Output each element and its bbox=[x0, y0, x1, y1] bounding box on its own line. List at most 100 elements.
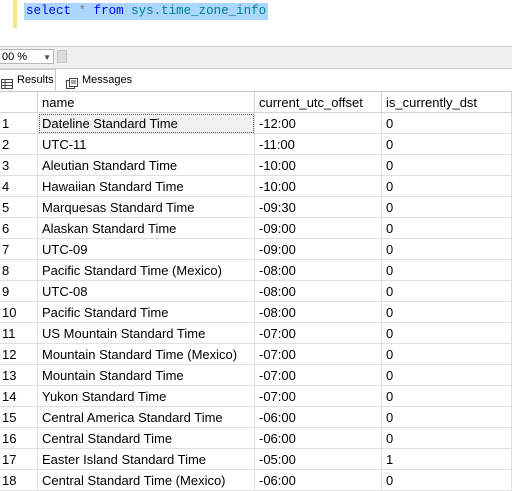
table-row[interactable]: 4 Hawaiian Standard Time -10:00 0 bbox=[0, 176, 512, 197]
table-row[interactable]: 8 Pacific Standard Time (Mexico) -08:00 0 bbox=[0, 260, 512, 281]
cell-current-utc-offset[interactable]: -07:00 bbox=[255, 386, 382, 407]
row-number[interactable]: 11 bbox=[0, 323, 38, 344]
column-header-name[interactable]: name bbox=[38, 92, 255, 113]
table-row[interactable]: 10 Pacific Standard Time -08:00 0 bbox=[0, 302, 512, 323]
table-row[interactable]: 17 Easter Island Standard Time -05:00 1 bbox=[0, 449, 512, 470]
cell-is-currently-dst[interactable]: 0 bbox=[382, 344, 512, 365]
cell-is-currently-dst[interactable]: 0 bbox=[382, 260, 512, 281]
cell-name[interactable]: Dateline Standard Time bbox=[38, 113, 255, 134]
cell-current-utc-offset[interactable]: -06:00 bbox=[255, 428, 382, 449]
row-number[interactable]: 14 bbox=[0, 386, 38, 407]
table-row[interactable]: 12 Mountain Standard Time (Mexico) -07:00 0 bbox=[0, 344, 512, 365]
cell-name[interactable]: Mountain Standard Time (Mexico) bbox=[38, 344, 255, 365]
cell-current-utc-offset[interactable]: -05:00 bbox=[255, 449, 382, 470]
row-number[interactable]: 15 bbox=[0, 407, 38, 428]
cell-current-utc-offset[interactable]: -06:00 bbox=[255, 470, 382, 491]
cell-is-currently-dst[interactable]: 0 bbox=[382, 386, 512, 407]
cell-name[interactable]: Pacific Standard Time (Mexico) bbox=[38, 260, 255, 281]
row-number[interactable]: 2 bbox=[0, 134, 38, 155]
table-row[interactable]: 18 Central Standard Time (Mexico) -06:00 0 bbox=[0, 470, 512, 491]
cell-name[interactable]: Alaskan Standard Time bbox=[38, 218, 255, 239]
cell-current-utc-offset[interactable]: -08:00 bbox=[255, 260, 382, 281]
cell-name[interactable]: UTC-11 bbox=[38, 134, 255, 155]
row-number[interactable]: 7 bbox=[0, 239, 38, 260]
query-line[interactable]: select * from sys.time_zone_info bbox=[24, 3, 269, 20]
tab-messages[interactable]: Messages bbox=[62, 69, 136, 91]
cell-current-utc-offset[interactable]: -08:00 bbox=[255, 281, 382, 302]
cell-is-currently-dst[interactable]: 0 bbox=[382, 113, 512, 134]
cell-is-currently-dst[interactable]: 1 bbox=[382, 449, 512, 470]
cell-current-utc-offset[interactable]: -10:00 bbox=[255, 176, 382, 197]
cell-name[interactable]: Central America Standard Time bbox=[38, 407, 255, 428]
cell-name[interactable]: Mountain Standard Time bbox=[38, 365, 255, 386]
table-row[interactable]: 15 Central America Standard Time -06:00 0 bbox=[0, 407, 512, 428]
cell-is-currently-dst[interactable]: 0 bbox=[382, 218, 512, 239]
tab-results[interactable]: Results bbox=[0, 69, 56, 91]
row-number[interactable]: 10 bbox=[0, 302, 38, 323]
row-number[interactable]: 9 bbox=[0, 281, 38, 302]
cell-is-currently-dst[interactable]: 0 bbox=[382, 197, 512, 218]
cell-is-currently-dst[interactable]: 0 bbox=[382, 365, 512, 386]
horizontal-scrollbar[interactable] bbox=[57, 50, 67, 63]
cell-current-utc-offset[interactable]: -07:00 bbox=[255, 323, 382, 344]
cell-current-utc-offset[interactable]: -08:00 bbox=[255, 302, 382, 323]
cell-name[interactable]: Yukon Standard Time bbox=[38, 386, 255, 407]
cell-current-utc-offset[interactable]: -11:00 bbox=[255, 134, 382, 155]
table-row[interactable]: 11 US Mountain Standard Time -07:00 0 bbox=[0, 323, 512, 344]
cell-current-utc-offset[interactable]: -09:00 bbox=[255, 239, 382, 260]
row-number-header[interactable] bbox=[0, 92, 38, 113]
query-editor[interactable]: select * from sys.time_zone_info bbox=[0, 0, 512, 46]
table-row[interactable]: 3 Aleutian Standard Time -10:00 0 bbox=[0, 155, 512, 176]
table-row[interactable]: 13 Mountain Standard Time -07:00 0 bbox=[0, 365, 512, 386]
cell-name[interactable]: Hawaiian Standard Time bbox=[38, 176, 255, 197]
cell-name[interactable]: Central Standard Time bbox=[38, 428, 255, 449]
cell-is-currently-dst[interactable]: 0 bbox=[382, 407, 512, 428]
cell-is-currently-dst[interactable]: 0 bbox=[382, 239, 512, 260]
row-number[interactable]: 17 bbox=[0, 449, 38, 470]
row-number[interactable]: 12 bbox=[0, 344, 38, 365]
table-row[interactable]: 7 UTC-09 -09:00 0 bbox=[0, 239, 512, 260]
cell-is-currently-dst[interactable]: 0 bbox=[382, 470, 512, 491]
cell-name[interactable]: Aleutian Standard Time bbox=[38, 155, 255, 176]
cell-name[interactable]: Pacific Standard Time bbox=[38, 302, 255, 323]
cell-name[interactable]: Central Standard Time (Mexico) bbox=[38, 470, 255, 491]
cell-is-currently-dst[interactable]: 0 bbox=[382, 155, 512, 176]
table-row[interactable]: 6 Alaskan Standard Time -09:00 0 bbox=[0, 218, 512, 239]
column-header-is-currently-dst[interactable]: is_currently_dst bbox=[382, 92, 512, 113]
cell-is-currently-dst[interactable]: 0 bbox=[382, 323, 512, 344]
row-number[interactable]: 5 bbox=[0, 197, 38, 218]
cell-name[interactable]: UTC-09 bbox=[38, 239, 255, 260]
cell-current-utc-offset[interactable]: -10:00 bbox=[255, 155, 382, 176]
table-row[interactable]: 1 Dateline Standard Time -12:00 0 bbox=[0, 113, 512, 134]
row-number[interactable]: 3 bbox=[0, 155, 38, 176]
row-number[interactable]: 4 bbox=[0, 176, 38, 197]
cell-name[interactable]: Easter Island Standard Time bbox=[38, 449, 255, 470]
cell-is-currently-dst[interactable]: 0 bbox=[382, 281, 512, 302]
cell-name[interactable]: US Mountain Standard Time bbox=[38, 323, 255, 344]
cell-current-utc-offset[interactable]: -09:30 bbox=[255, 197, 382, 218]
cell-is-currently-dst[interactable]: 0 bbox=[382, 134, 512, 155]
row-number[interactable]: 18 bbox=[0, 470, 38, 491]
row-number[interactable]: 6 bbox=[0, 218, 38, 239]
cell-name[interactable]: Marquesas Standard Time bbox=[38, 197, 255, 218]
row-number[interactable]: 8 bbox=[0, 260, 38, 281]
cell-current-utc-offset[interactable]: -07:00 bbox=[255, 365, 382, 386]
cell-current-utc-offset[interactable]: -06:00 bbox=[255, 407, 382, 428]
table-row[interactable]: 5 Marquesas Standard Time -09:30 0 bbox=[0, 197, 512, 218]
cell-is-currently-dst[interactable]: 0 bbox=[382, 176, 512, 197]
table-row[interactable]: 9 UTC-08 -08:00 0 bbox=[0, 281, 512, 302]
cell-is-currently-dst[interactable]: 0 bbox=[382, 428, 512, 449]
cell-is-currently-dst[interactable]: 0 bbox=[382, 302, 512, 323]
row-number[interactable]: 1 bbox=[0, 113, 38, 134]
table-row[interactable]: 2 UTC-11 -11:00 0 bbox=[0, 134, 512, 155]
cell-current-utc-offset[interactable]: -12:00 bbox=[255, 113, 382, 134]
column-header-current-utc-offset[interactable]: current_utc_offset bbox=[255, 92, 382, 113]
row-number[interactable]: 16 bbox=[0, 428, 38, 449]
cell-name[interactable]: UTC-08 bbox=[38, 281, 255, 302]
row-number[interactable]: 13 bbox=[0, 365, 38, 386]
cell-current-utc-offset[interactable]: -09:00 bbox=[255, 218, 382, 239]
table-row[interactable]: 16 Central Standard Time -06:00 0 bbox=[0, 428, 512, 449]
zoom-select[interactable]: 00 % ▼ bbox=[0, 49, 54, 64]
table-row[interactable]: 14 Yukon Standard Time -07:00 0 bbox=[0, 386, 512, 407]
cell-current-utc-offset[interactable]: -07:00 bbox=[255, 344, 382, 365]
